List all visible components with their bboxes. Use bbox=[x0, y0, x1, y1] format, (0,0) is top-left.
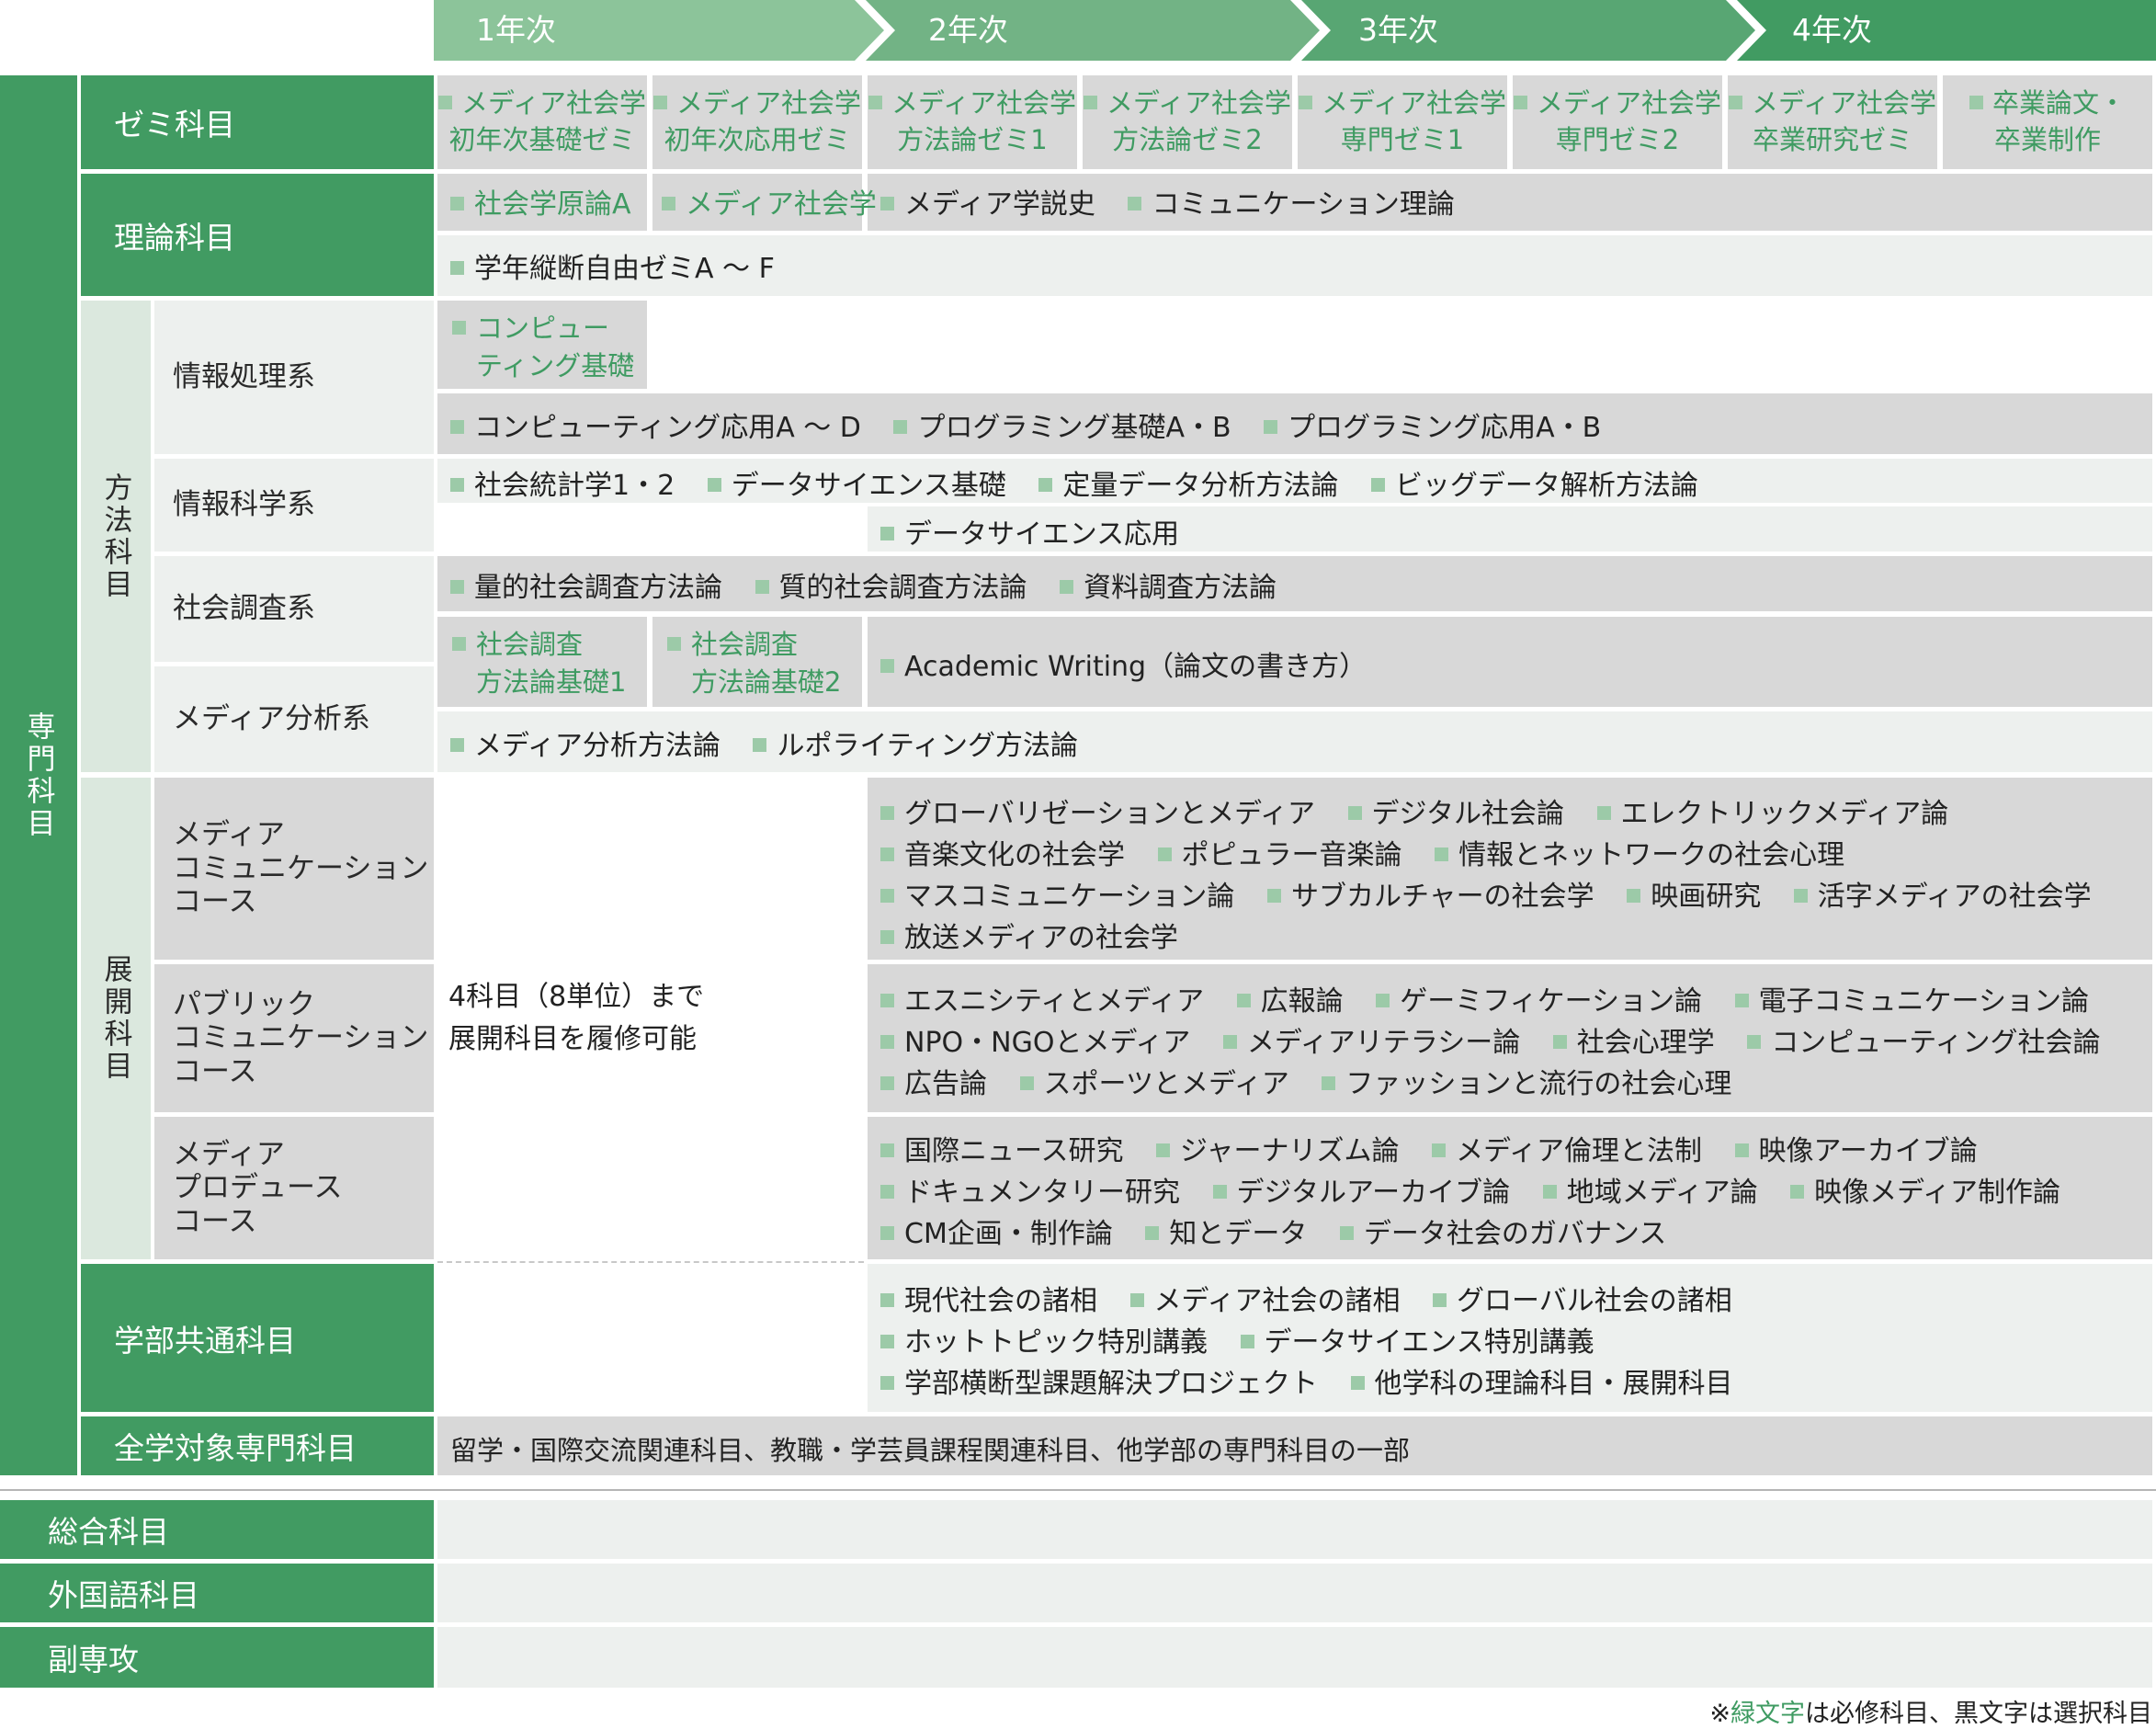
mp-line-2: ドキュメンタリー研究 デジタルアーカイブ論 地域メディア論 映像メディア制作論 bbox=[880, 1169, 2084, 1210]
mc-line-1: グローバリゼーションとメディア デジタル社会論 エレクトリックメディア論 bbox=[880, 791, 1972, 831]
johoshori-label: 情報処理系 bbox=[154, 301, 434, 454]
zemi-label: ゼミ科目 bbox=[81, 75, 434, 169]
mc-line-4: 放送メディアの社会学 bbox=[880, 915, 1202, 955]
riron-opt: メディア学説史 コミュニケーション理論 bbox=[880, 181, 1479, 222]
zemi-cell-8: 卒業論文・ 卒業制作 bbox=[1943, 75, 2152, 169]
fuku-cell bbox=[437, 1627, 2152, 1688]
zemi-cell-6: メディア社会学 専門ゼミ2 bbox=[1513, 75, 1722, 169]
sogo-label: 総合科目 bbox=[0, 1500, 434, 1559]
mc-line-3: マスコミュニケーション論 サブカルチャーの社会学 映画研究 活字メディアの社会学 bbox=[880, 873, 2116, 914]
johokagaku-line2: データサイエンス応用 bbox=[880, 511, 1203, 552]
year-label-4: 4年次 bbox=[1792, 12, 1872, 48]
gakubu-line-1: 現代社会の諸相 メディア社会の諸相 グローバル社会の諸相 bbox=[880, 1278, 1756, 1318]
mc-course-label: メディア コミュニケーション コース bbox=[154, 778, 434, 960]
shakaichosa-req2-cell: 社会調査 方法論基礎2 bbox=[652, 617, 862, 707]
gaikoku-cell bbox=[437, 1564, 2152, 1622]
tenkai-note: 4科目（8単位）まで 展開科目を履修可能 bbox=[448, 981, 705, 1055]
johokagaku-label: 情報科学系 bbox=[154, 459, 434, 552]
zemi-cell-7: メディア社会学 卒業研究ゼミ bbox=[1728, 75, 1937, 169]
gakubu-line-3: 学部横断型課題解決プロジェクト 他学科の理論科目・展開科目 bbox=[880, 1360, 1757, 1401]
year-label-2: 2年次 bbox=[928, 12, 1008, 48]
mediabunseki-label: メディア分析系 bbox=[154, 666, 434, 772]
houhou-label: 方法科目 bbox=[81, 301, 151, 772]
mp-line-1: 国際ニュース研究 ジャーナリズム論 メディア倫理と法制 映像アーカイブ論 bbox=[880, 1128, 2002, 1168]
mediabunseki-line: メディア分析方法論 ルポライティング方法論 bbox=[450, 722, 1102, 763]
mp-line-3: CM企画・制作論 知とデータ データ社会のガバナンス bbox=[880, 1211, 1690, 1251]
shakaichosa-line1: 量的社会調査方法論 質的社会調査方法論 資料調査方法論 bbox=[450, 564, 1300, 605]
johoshori-opt: コンピューティング応用A ～ D プログラミング基礎A・B プログラミング応用A… bbox=[450, 404, 1625, 445]
zengaku-label: 全学対象専門科目 bbox=[81, 1416, 434, 1475]
gakubu-line-2: ホットトピック特別講義 データサイエンス特別講義 bbox=[880, 1319, 1618, 1359]
johokagaku-line1: 社会統計学1・2 データサイエンス基礎 定量データ分析方法論 ビッグデータ解析方… bbox=[450, 462, 1722, 503]
riron-free: 学年縦断自由ゼミA ～ F bbox=[450, 245, 799, 286]
fuku-label: 副専攻 bbox=[0, 1627, 434, 1688]
gakubu-label: 学部共通科目 bbox=[81, 1264, 434, 1412]
mp-course-label: メディア プロデュース コース bbox=[154, 1117, 434, 1259]
pc-line-1: エスニシティとメディア 広報論 ゲーミフィケーション論 電子コミュニケーション論 bbox=[880, 978, 2113, 1018]
gaikoku-label: 外国語科目 bbox=[0, 1564, 434, 1622]
riron-req2: メディア社会学 bbox=[662, 181, 901, 222]
year-arrows bbox=[434, 0, 2156, 61]
academic-writing: Academic Writing（論文の書き方） bbox=[880, 643, 1390, 684]
dashed-divider bbox=[437, 1261, 864, 1263]
shakaichosa-req1-cell: 社会調査 方法論基礎1 bbox=[437, 617, 647, 707]
section-divider bbox=[0, 1489, 2156, 1491]
sogo-cell bbox=[437, 1500, 2152, 1559]
pc-line-3: 広告論 スポーツとメディア ファッションと流行の社会心理 bbox=[880, 1061, 1755, 1101]
riron-req1: 社会学原論A bbox=[450, 181, 655, 222]
pc-course-label: パブリック コミュニケーション コース bbox=[154, 964, 434, 1112]
zemi-cell-5: メディア社会学 専門ゼミ1 bbox=[1298, 75, 1507, 169]
tenkai-label: 展開科目 bbox=[81, 778, 151, 1259]
zemi-cell-1: メディア社会学 初年次基礎ゼミ bbox=[437, 75, 647, 169]
riron-label: 理論科目 bbox=[81, 174, 434, 296]
johoshori-req-cell: コンピュー ティング基礎 bbox=[437, 301, 647, 389]
pc-line-2: NPO・NGOとメディア メディアリテラシー論 社会心理学 コンピューティング社… bbox=[880, 1019, 2125, 1060]
zemi-cell-2: メディア社会学 初年次応用ゼミ bbox=[652, 75, 862, 169]
zemi-cell-4: メディア社会学 方法論ゼミ2 bbox=[1083, 75, 1292, 169]
year-label-3: 3年次 bbox=[1358, 12, 1438, 48]
zengaku-text: 留学・国際交流関連科目、教職・学芸員課程関連科目、他学部の専門科目の一部 bbox=[450, 1435, 1411, 1466]
footnote: ※緑文字は必修科目、黒文字は選択科目 bbox=[1709, 1700, 2152, 1728]
year-label-1: 1年次 bbox=[476, 12, 556, 48]
shakaichosa-label: 社会調査系 bbox=[154, 556, 434, 662]
senmon-label: 専門科目 bbox=[0, 75, 77, 1475]
mc-line-2: 音楽文化の社会学 ポピュラー音楽論 情報とネットワークの社会心理 bbox=[880, 832, 1868, 872]
zemi-cell-3: メディア社会学 方法論ゼミ1 bbox=[868, 75, 1077, 169]
